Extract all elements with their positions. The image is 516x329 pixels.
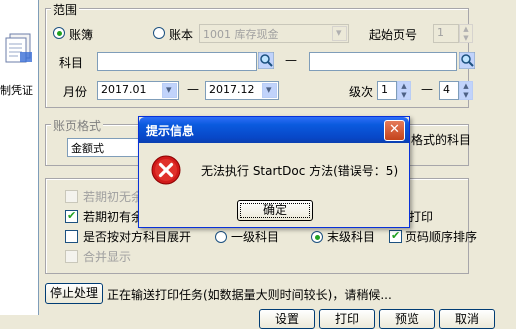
preview-button[interactable]: 预览 — [379, 309, 435, 329]
status-message: 正在输送打印任务(如数据量大则时间较长)，请稍候... — [107, 288, 392, 302]
ok-button[interactable]: 确定 — [237, 200, 313, 221]
opt2-checkbox[interactable] — [65, 209, 78, 223]
opt4-checkbox[interactable] — [65, 250, 78, 263]
level-to-value: 4 — [443, 83, 450, 96]
month-to-select[interactable]: 2017.12 — [205, 81, 279, 100]
month-label: 月份 — [63, 85, 88, 99]
start-page-label: 起始页号 — [369, 28, 418, 42]
format-group-title: 账页格式 — [51, 117, 104, 134]
account-book-radio[interactable] — [153, 27, 165, 39]
month-to-value: 2017.12 — [209, 83, 255, 96]
close-icon[interactable]: ✕ — [384, 120, 405, 141]
error-dialog-title: 提示信息 — [146, 124, 195, 138]
stop-button[interactable]: 停止处理 — [45, 283, 103, 304]
start-page-spinner[interactable]: ▲ ▼ — [459, 24, 473, 43]
document-icon[interactable] — [2, 30, 36, 66]
chevron-down-icon[interactable] — [332, 26, 347, 41]
error-dialog: 提示信息 ✕ 无法执行 StartDoc 方法(错误号：5) 确定 — [138, 116, 410, 228]
level-range-dash: — — [421, 82, 433, 96]
account-book-select[interactable]: 1001 库存现金 — [199, 24, 349, 43]
opt2-label: 若期初有余 — [83, 210, 144, 224]
opt1-label: 若期初无余 — [83, 190, 144, 204]
error-message: 无法执行 StartDoc 方法(错误号：5) — [201, 164, 399, 178]
opt3-checkbox[interactable] — [65, 230, 78, 243]
print-option-label: 打印 — [409, 210, 434, 224]
page-order-checkbox[interactable] — [389, 229, 402, 243]
subject-to-input[interactable] — [309, 52, 457, 71]
format-subject-note: 格式的科目 — [411, 133, 472, 147]
level-from-input[interactable]: 1 — [377, 81, 397, 100]
subject-label: 科目 — [59, 56, 84, 70]
chevron-down-icon[interactable] — [262, 83, 277, 98]
ledger-radio-label[interactable]: 账簿 — [69, 26, 93, 43]
search-icon[interactable] — [258, 52, 274, 69]
desktop-icon-label[interactable]: 制凭证 — [0, 82, 33, 98]
range-group-title: 范围 — [51, 1, 80, 18]
opt3-label: 是否按对方科目展开 — [83, 230, 192, 244]
settings-button[interactable]: 设置 — [259, 309, 315, 329]
level-to-input[interactable]: 4 — [439, 81, 459, 100]
level1-radio[interactable] — [215, 231, 227, 243]
search-icon[interactable] — [459, 52, 475, 69]
subject-from-input[interactable] — [97, 52, 257, 71]
last-level-radio[interactable] — [311, 231, 323, 243]
subject-range-dash: — — [285, 53, 297, 67]
level-from-spinner[interactable]: ▲ ▼ — [397, 81, 411, 100]
month-from-select[interactable]: 2017.01 — [97, 81, 179, 100]
start-page-input[interactable]: 1 — [433, 24, 459, 43]
start-page-value: 1 — [437, 26, 444, 39]
account-book-value: 1001 库存现金 — [203, 28, 279, 41]
opt4-label: 合并显示 — [83, 250, 132, 264]
month-range-dash: — — [187, 82, 199, 96]
error-icon — [151, 155, 181, 185]
opt1-checkbox[interactable] — [65, 190, 78, 203]
level1-radio-label[interactable]: 一级科目 — [231, 228, 279, 245]
chevron-down-icon[interactable] — [162, 83, 177, 98]
level-label: 级次 — [349, 85, 374, 99]
last-level-radio-label[interactable]: 末级科目 — [327, 228, 375, 245]
account-book-radio-label[interactable]: 账本 — [169, 26, 193, 43]
ledger-radio[interactable] — [53, 27, 65, 39]
format-value: 金额式 — [71, 142, 104, 155]
print-button[interactable]: 打印 — [319, 309, 375, 329]
cancel-button[interactable]: 取消 — [439, 309, 495, 329]
level-from-value: 1 — [381, 83, 388, 96]
level-to-spinner[interactable]: ▲ ▼ — [459, 81, 473, 100]
month-from-value: 2017.01 — [101, 83, 147, 96]
page-order-label: 页码顺序排序 — [405, 230, 478, 244]
